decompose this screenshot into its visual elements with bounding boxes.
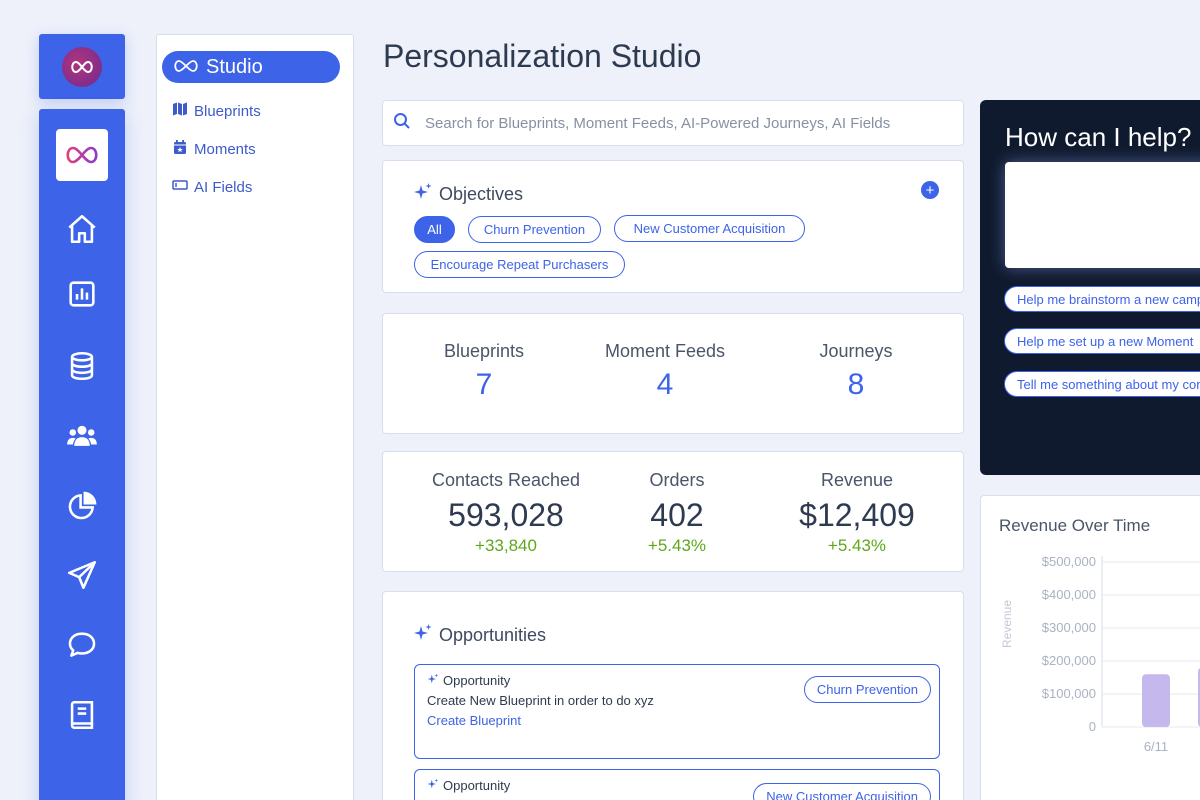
suggestion-chip[interactable]: Help me set up a new Moment: [1004, 328, 1200, 354]
stat-value: 593,028: [448, 497, 564, 533]
studio-subnav: Studio Blueprints Moments AI Fields: [156, 34, 354, 800]
subnav-label: AI Fields: [194, 178, 253, 196]
opportunity-tag-chip[interactable]: New Customer Acquisition: [753, 783, 931, 800]
suggestion-chip[interactable]: Tell me something about my contacts: [1004, 371, 1200, 397]
y-tick-label: $300,000: [1042, 620, 1096, 635]
orders-stat: Orders 402 +5.43%: [582, 470, 772, 556]
blueprints-stat[interactable]: Blueprints 7: [389, 341, 579, 402]
opportunities-title: Opportunities: [439, 625, 547, 645]
stat-label: Blueprints: [443, 341, 525, 361]
search-icon: [393, 112, 411, 135]
stat-label: Contacts Reached: [431, 470, 581, 490]
suggestion-chip[interactable]: Help me brainstorm a new campaign: [1004, 286, 1200, 312]
opportunities-card: Opportunities Opportunity Create New Blu…: [382, 591, 964, 800]
opportunity-description: Create New Blueprint in order to do xyz: [427, 693, 654, 708]
sparkle-icon: [413, 623, 433, 648]
sparkle-icon: [413, 182, 433, 207]
objective-chip-encourage-repeat-purchasers[interactable]: Encourage Repeat Purchasers: [414, 251, 625, 278]
ai-assistant-panel: How can I help? Help me brainstorm a new…: [980, 100, 1200, 475]
studio-nav-label: Studio: [206, 55, 263, 78]
infinity-icon: [172, 56, 200, 79]
input-field-icon: [172, 177, 188, 197]
users-icon[interactable]: [62, 416, 102, 456]
chat-icon[interactable]: [62, 625, 102, 665]
y-tick-label: $200,000: [1042, 653, 1096, 668]
y-tick-label: $400,000: [1042, 587, 1096, 602]
stat-delta: +5.43%: [647, 536, 707, 555]
opportunity-tag-chip[interactable]: Churn Prevention: [803, 676, 931, 703]
report-icon[interactable]: [62, 274, 102, 314]
app-logo-button[interactable]: [39, 34, 125, 99]
stat-value: 402: [650, 497, 704, 533]
book-icon[interactable]: [62, 695, 102, 735]
journeys-stat[interactable]: Journeys 8: [761, 341, 951, 402]
y-axis-label: Revenue: [1000, 600, 1014, 648]
sparkle-icon: [427, 778, 439, 793]
stat-delta: +33,840: [475, 536, 537, 555]
search-bar: [382, 100, 964, 146]
add-objective-button[interactable]: +: [921, 181, 939, 199]
subnav-label: Moments: [194, 140, 256, 158]
revenue-chart-card: Revenue Over Time $500,000 $400,000 $300,0…: [980, 495, 1200, 800]
stat-value: 8: [847, 368, 865, 401]
stat-label: Moment Feeds: [604, 341, 726, 361]
opportunity-item: Opportunity Create New Blueprint in orde…: [414, 664, 940, 759]
stat-delta: +5.43%: [827, 536, 887, 555]
subnav-item-ai-fields[interactable]: AI Fields: [172, 176, 252, 198]
moment-feeds-stat[interactable]: Moment Feeds 4: [570, 341, 760, 402]
objective-chip-churn-prevention[interactable]: Churn Prevention: [468, 216, 601, 243]
stat-value: 7: [475, 368, 493, 401]
assistant-title: How can I help?: [1005, 122, 1192, 152]
counts-card: Blueprints 7 Moment Feeds 4 Journeys 8: [382, 313, 964, 434]
assistant-prompt-input[interactable]: [1005, 162, 1200, 268]
revenue-chart: $500,000 $400,000 $300,000 $200,000 $100,000…: [1000, 554, 1200, 754]
revenue-stat: Revenue $12,409 +5.43%: [762, 470, 952, 556]
stat-label: Journeys: [819, 341, 893, 361]
studio-nav-item[interactable]: Studio: [162, 51, 340, 83]
objectives-title: Objectives: [439, 184, 524, 204]
opportunity-label-text: Opportunity: [443, 673, 511, 688]
subnav-item-moments[interactable]: Moments: [172, 138, 256, 160]
database-icon[interactable]: [62, 346, 102, 386]
metrics-card: Contacts Reached 593,028 +33,840 Orders …: [382, 451, 964, 572]
objective-chip-new-customer-acquisition[interactable]: New Customer Acquisition: [614, 215, 805, 242]
y-tick-label: $500,000: [1042, 554, 1096, 569]
objectives-card: Objectives + All Churn Prevention New Cu…: [382, 160, 964, 293]
contacts-reached-stat: Contacts Reached 593,028 +33,840: [411, 470, 601, 556]
objective-chip-all[interactable]: All: [414, 216, 455, 243]
subnav-label: Blueprints: [194, 102, 261, 120]
icon-rail: [39, 109, 125, 800]
sparkle-icon: [427, 673, 439, 688]
revenue-bar[interactable]: [1142, 674, 1170, 727]
stat-label: Orders: [649, 470, 705, 490]
calendar-star-icon: [172, 139, 188, 159]
x-tick-label: 6/11: [1144, 739, 1168, 754]
y-tick-label: $100,000: [1042, 686, 1096, 701]
create-blueprint-link[interactable]: Create Blueprint: [427, 713, 521, 728]
page-title: Personalization Studio: [383, 38, 702, 74]
opportunity-label: Opportunity: [427, 673, 510, 688]
plus-icon: +: [925, 181, 935, 199]
objectives-heading: Objectives: [413, 182, 523, 207]
opportunity-item: Opportunity New Customer Acquisition: [414, 769, 940, 800]
pie-chart-icon[interactable]: [62, 486, 102, 526]
brand-icon[interactable]: [56, 129, 108, 181]
stat-value: $12,409: [799, 497, 915, 533]
stat-label: Revenue: [820, 470, 894, 490]
stat-value: 4: [656, 368, 674, 401]
y-tick-label: 0: [1089, 719, 1096, 734]
send-icon[interactable]: [62, 555, 102, 595]
opportunity-label: Opportunity: [427, 778, 510, 793]
subnav-item-blueprints[interactable]: Blueprints: [172, 100, 261, 122]
infinity-logo-icon: [62, 46, 102, 87]
search-input[interactable]: [425, 114, 925, 132]
map-icon: [172, 101, 188, 121]
home-icon[interactable]: [62, 209, 102, 249]
opportunity-label-text: Opportunity: [443, 778, 511, 793]
opportunities-heading: Opportunities: [413, 623, 546, 648]
